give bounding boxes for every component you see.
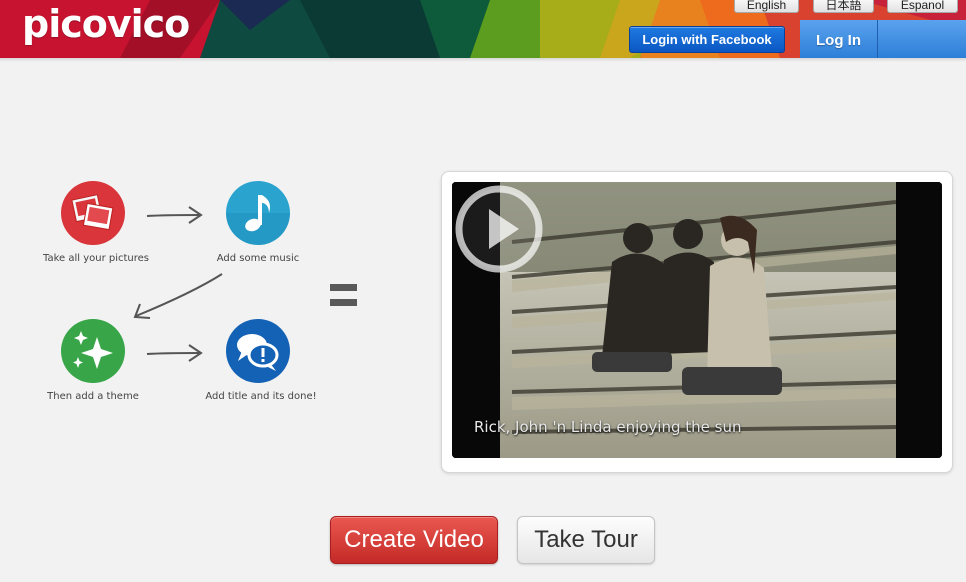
video-caption: Rick, John 'n Linda enjoying the sun [474, 418, 742, 436]
language-spanish-button[interactable]: Espanol [887, 0, 958, 13]
arrow-right-icon [146, 206, 203, 224]
facebook-login-button[interactable]: Login with Facebook [629, 26, 785, 53]
step-label-theme: Then add a theme [47, 391, 139, 402]
play-icon[interactable] [452, 182, 546, 276]
picovico-logo[interactable]: picovico [22, 2, 190, 46]
login-button[interactable]: Log In [800, 20, 878, 58]
step-label-title: Add title and its done! [205, 391, 317, 402]
step-label-music: Add some music [216, 253, 300, 264]
take-tour-button[interactable]: Take Tour [517, 516, 655, 564]
video-player[interactable]: Rick, John 'n Linda enjoying the sun [452, 182, 942, 458]
arrow-diagonal-icon [133, 273, 223, 319]
sparkle-icon [61, 319, 125, 383]
speech-bubbles-icon [226, 319, 290, 383]
login-area: Log In [800, 20, 966, 58]
music-note-icon [226, 181, 290, 245]
header-shadow [0, 58, 966, 62]
site-header: picovico English 日本語 Espanol Login with … [0, 0, 966, 58]
pictures-icon [61, 181, 125, 245]
equals-sign [330, 284, 357, 308]
create-video-button[interactable]: Create Video [330, 516, 498, 564]
language-japanese-button[interactable]: 日本語 [813, 0, 874, 13]
step-label-pictures: Take all your pictures [42, 253, 149, 264]
arrow-right-icon [146, 344, 203, 362]
language-english-button[interactable]: English [734, 0, 799, 13]
